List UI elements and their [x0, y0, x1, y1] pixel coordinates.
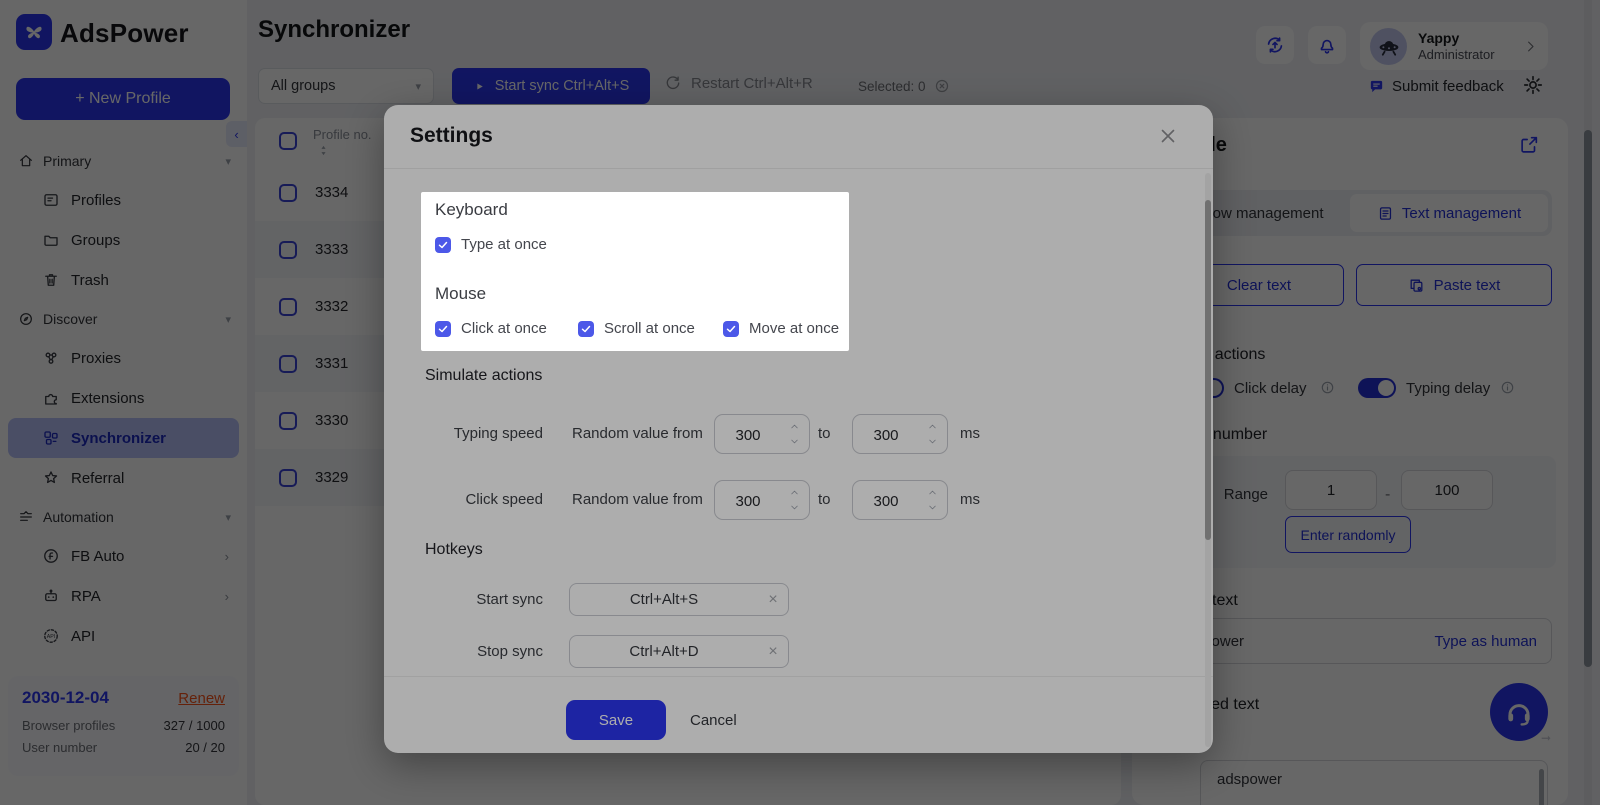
spotlight-keyboard-mouse-section: Keyboard Type at once Mouse Click at onc…	[421, 192, 849, 351]
scroll-at-once-checkbox[interactable]: Scroll at once	[578, 320, 695, 337]
checkbox-checked-icon	[723, 321, 739, 337]
keyboard-heading: Keyboard	[435, 200, 508, 220]
checkbox-checked-icon	[578, 321, 594, 337]
mouse-heading: Mouse	[435, 284, 486, 304]
move-at-once-checkbox[interactable]: Move at once	[723, 320, 839, 337]
click-at-once-checkbox[interactable]: Click at once	[435, 320, 547, 337]
checkbox-checked-icon	[435, 237, 451, 253]
checkbox-checked-icon	[435, 321, 451, 337]
tour-overlay	[0, 0, 1600, 805]
type-at-once-checkbox[interactable]: Type at once	[435, 236, 547, 253]
